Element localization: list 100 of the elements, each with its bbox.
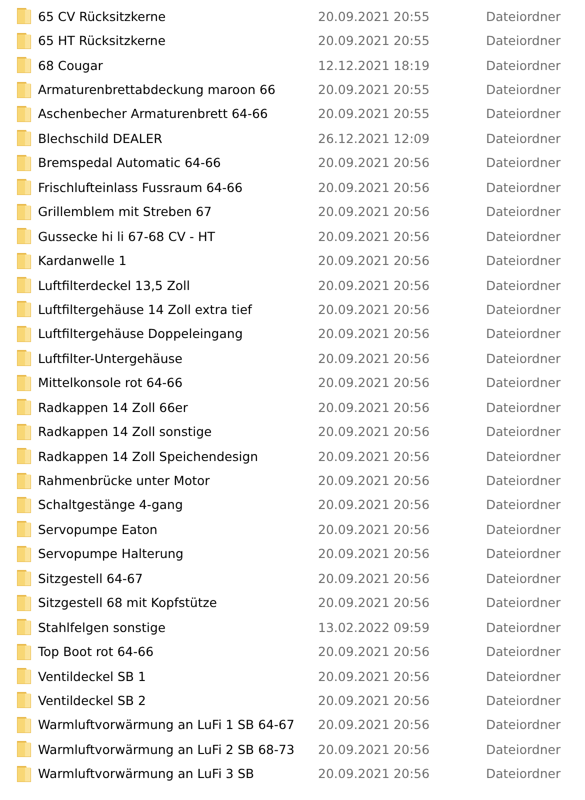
item-type: Dateiordner xyxy=(486,717,561,732)
folder-icon xyxy=(16,496,32,514)
item-type: Dateiordner xyxy=(486,326,561,342)
folder-name[interactable]: Warmluftvorwärmung an LuFi 2 SB 68-73 xyxy=(38,742,294,757)
modified-date: 20.09.2021 20:56 xyxy=(318,717,430,732)
modified-date: 20.09.2021 20:56 xyxy=(318,253,430,268)
item-type: Dateiordner xyxy=(486,302,561,317)
item-type: Dateiordner xyxy=(486,8,561,24)
modified-date: 20.09.2021 20:56 xyxy=(318,668,430,684)
modified-date: 20.09.2021 20:55 xyxy=(318,82,430,98)
item-type: Dateiordner xyxy=(486,155,561,170)
item-type: Dateiordner xyxy=(486,497,561,512)
folder-name[interactable]: Radkappen 14 Zoll sonstige xyxy=(38,424,212,440)
folder-icon xyxy=(16,227,32,246)
folder-name[interactable]: Aschenbecher Armaturenbrett 64-66 xyxy=(38,106,268,122)
folder-icon xyxy=(16,594,32,612)
folder-icon xyxy=(16,618,32,636)
folder-icon xyxy=(16,447,32,466)
modified-date: 26.12.2021 12:09 xyxy=(318,130,430,146)
folder-name[interactable]: Ventildeckel SB 2 xyxy=(38,692,146,708)
folder-name[interactable]: Luftfilter-Untergehäuse xyxy=(38,350,182,366)
folder-icon xyxy=(16,374,32,392)
modified-date: 20.09.2021 20:56 xyxy=(318,375,430,390)
modified-date: 20.09.2021 20:56 xyxy=(318,766,430,782)
folder-name[interactable]: Warmluftvorwärmung an LuFi 1 SB 64-67 xyxy=(38,717,294,732)
folder-icon xyxy=(16,7,32,26)
folder-icon xyxy=(16,129,32,148)
folder-name[interactable]: Gussecke hi li 67-68 CV - HT xyxy=(38,228,216,244)
item-type: Dateiordner xyxy=(486,595,561,610)
folder-name[interactable]: Frischlufteinlass Fussraum 64-66 xyxy=(38,180,243,195)
folder-name[interactable]: Sitzgestell 68 mit Kopfstütze xyxy=(38,595,217,610)
folder-icon xyxy=(16,642,32,661)
folder-name[interactable]: Schaltgestänge 4-gang xyxy=(38,497,183,512)
folder-name[interactable]: Radkappen 14 Zoll 66er xyxy=(38,400,188,415)
modified-date: 20.09.2021 20:56 xyxy=(318,350,430,366)
modified-date: 20.09.2021 20:56 xyxy=(318,326,430,342)
folder-icon xyxy=(16,202,32,221)
item-type: Dateiordner xyxy=(486,204,561,220)
folder-name[interactable]: 65 HT Rücksitzkerne xyxy=(38,33,166,48)
modified-date: 20.09.2021 20:56 xyxy=(318,204,430,220)
folder-icon xyxy=(16,349,32,368)
folder-icon xyxy=(16,252,32,270)
folder-name[interactable]: 65 CV Rücksitzkerne xyxy=(38,8,166,24)
folder-icon xyxy=(16,104,32,123)
folder-icon xyxy=(16,716,32,734)
modified-date: 20.09.2021 20:56 xyxy=(318,180,430,195)
item-type: Dateiordner xyxy=(486,644,561,660)
modified-date: 20.09.2021 20:56 xyxy=(318,644,430,660)
folder-name[interactable]: Luftfiltergehäuse 14 Zoll extra tief xyxy=(38,302,252,317)
item-type: Dateiordner xyxy=(486,473,561,488)
folder-name[interactable]: Ventildeckel SB 1 xyxy=(38,668,146,684)
folder-name[interactable]: 68 Cougar xyxy=(38,58,103,73)
item-type: Dateiordner xyxy=(486,424,561,440)
folder-name[interactable]: Warmluftvorwärmung an LuFi 3 SB xyxy=(38,766,254,782)
folder-name[interactable]: Bremspedal Automatic 64-66 xyxy=(38,155,221,170)
modified-date: 20.09.2021 20:56 xyxy=(318,473,430,488)
folder-name[interactable]: Luftfilterdeckel 13,5 Zoll xyxy=(38,278,190,293)
folder-name[interactable]: Blechschild DEALER xyxy=(38,130,162,146)
folder-icon xyxy=(16,178,32,196)
modified-date: 20.09.2021 20:55 xyxy=(318,8,430,24)
folder-name[interactable]: Luftfiltergehäuse Doppeleingang xyxy=(38,326,243,342)
folder-icon xyxy=(16,544,32,563)
item-type: Dateiordner xyxy=(486,180,561,195)
modified-date: 20.09.2021 20:56 xyxy=(318,546,430,562)
folder-name[interactable]: Mittelkonsole rot 64-66 xyxy=(38,375,183,390)
folder-icon xyxy=(16,691,32,710)
folder-name[interactable]: Armaturenbrettabdeckung maroon 66 xyxy=(38,82,276,98)
folder-icon xyxy=(16,764,32,783)
folder-name[interactable]: Grillemblem mit Streben 67 xyxy=(38,204,212,220)
item-type: Dateiordner xyxy=(486,620,561,635)
folder-icon xyxy=(16,80,32,99)
item-type: Dateiordner xyxy=(486,375,561,390)
item-type: Dateiordner xyxy=(486,130,561,146)
folder-name[interactable]: Kardanwelle 1 xyxy=(38,253,127,268)
item-type: Dateiordner xyxy=(486,58,561,73)
folder-icon xyxy=(16,154,32,172)
folder-icon xyxy=(16,740,32,758)
folder-name[interactable]: Stahlfelgen sonstige xyxy=(38,620,166,635)
modified-date: 12.12.2021 18:19 xyxy=(318,58,430,73)
item-type: Dateiordner xyxy=(486,253,561,268)
item-type: Dateiordner xyxy=(486,742,561,757)
folder-icon xyxy=(16,520,32,538)
modified-date: 20.09.2021 20:56 xyxy=(318,302,430,317)
item-type: Dateiordner xyxy=(486,82,561,98)
folder-icon xyxy=(16,32,32,50)
folder-name[interactable]: Servopumpe Halterung xyxy=(38,546,184,562)
item-type: Dateiordner xyxy=(486,692,561,708)
item-type: Dateiordner xyxy=(486,278,561,293)
folder-name[interactable]: Sitzgestell 64-67 xyxy=(38,570,143,586)
folder-name[interactable]: Top Boot rot 64-66 xyxy=(38,644,154,660)
folder-name[interactable]: Rahmenbrücke unter Motor xyxy=(38,473,210,488)
modified-date: 20.09.2021 20:56 xyxy=(318,692,430,708)
modified-date: 20.09.2021 20:55 xyxy=(318,106,430,122)
folder-icon xyxy=(16,667,32,686)
item-type: Dateiordner xyxy=(486,522,561,537)
item-type: Dateiordner xyxy=(486,570,561,586)
folder-name[interactable]: Servopumpe Eaton xyxy=(38,522,158,537)
folder-name[interactable]: Radkappen 14 Zoll Speichendesign xyxy=(38,448,258,464)
item-type: Dateiordner xyxy=(486,448,561,464)
folder-icon xyxy=(16,56,32,74)
